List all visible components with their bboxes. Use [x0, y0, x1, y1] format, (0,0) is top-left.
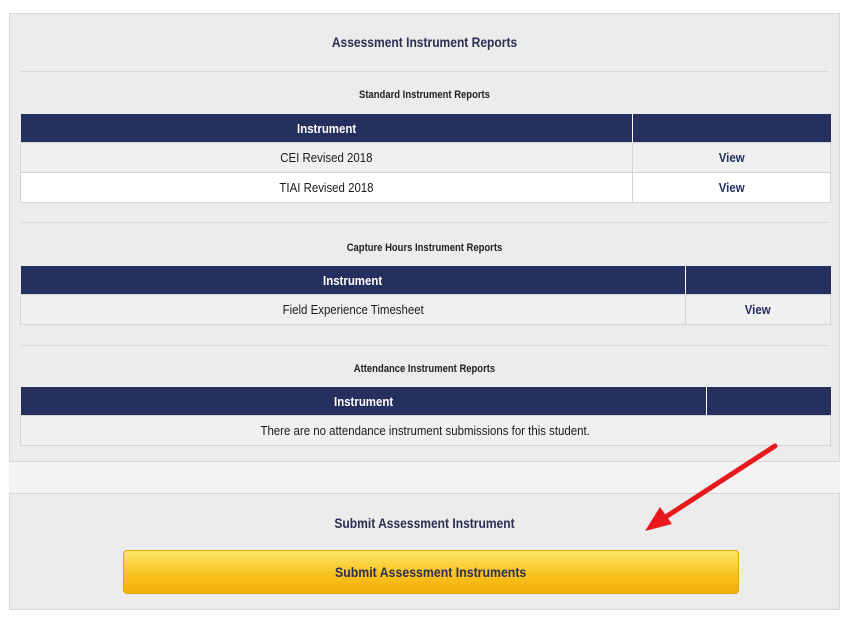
- column-header-actions: [706, 387, 831, 416]
- empty-message: There are no attendance instrument submi…: [20, 415, 831, 446]
- instrument-name: CEI Revised 2018: [20, 142, 633, 173]
- instrument-name: TIAI Revised 2018: [20, 172, 633, 203]
- column-header-instrument: Instrument: [20, 114, 633, 143]
- view-link[interactable]: View: [745, 302, 771, 317]
- divider: [20, 345, 829, 346]
- assessment-reports-panel: Assessment Instrument Reports Standard I…: [9, 13, 840, 462]
- view-link[interactable]: View: [719, 180, 745, 195]
- submit-assessment-instruments-button[interactable]: Submit Assessment Instruments: [123, 550, 739, 594]
- capture-hours-reports-table: Instrument Field Experience Timesheet Vi…: [20, 266, 831, 325]
- capture-hours-reports-title: Capture Hours Instrument Reports: [346, 242, 503, 254]
- column-header-instrument: Instrument: [20, 387, 707, 416]
- column-header-actions: [685, 266, 831, 295]
- instrument-name: Field Experience Timesheet: [20, 294, 686, 325]
- view-link[interactable]: View: [719, 150, 745, 165]
- column-header-actions: [632, 114, 831, 143]
- panel-title: Assessment Instrument Reports: [331, 34, 518, 50]
- table-row: CEI Revised 2018 View: [20, 142, 831, 173]
- table-row: Field Experience Timesheet View: [20, 294, 831, 325]
- divider: [20, 71, 829, 72]
- panel-gap: [9, 462, 840, 493]
- submit-panel: Submit Assessment Instrument Submit Asse…: [9, 493, 840, 610]
- standard-reports-title: Standard Instrument Reports: [359, 89, 490, 101]
- table-row: There are no attendance instrument submi…: [20, 415, 831, 446]
- table-row: TIAI Revised 2018 View: [20, 172, 831, 203]
- column-header-instrument: Instrument: [20, 266, 686, 295]
- attendance-reports-title: Attendance Instrument Reports: [353, 363, 496, 375]
- attendance-reports-table: Instrument There are no attendance instr…: [20, 387, 831, 446]
- divider: [20, 222, 829, 223]
- standard-reports-table: Instrument CEI Revised 2018 View TIAI Re…: [20, 114, 831, 203]
- submit-panel-title: Submit Assessment Instrument: [334, 515, 515, 531]
